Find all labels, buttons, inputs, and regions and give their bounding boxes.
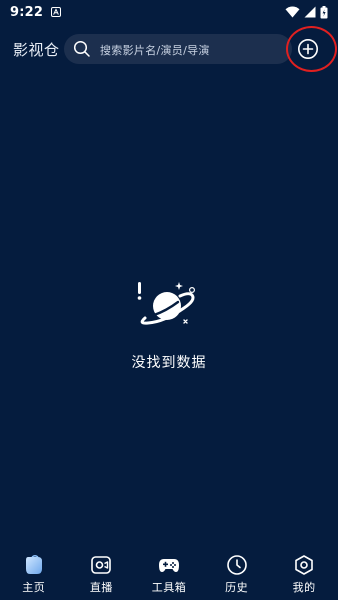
status-time: 9:22 xyxy=(10,4,44,20)
status-right xyxy=(285,5,328,19)
nav-item-mine[interactable]: 我的 xyxy=(272,554,336,595)
plus-circle-icon xyxy=(298,39,318,59)
clock-icon xyxy=(226,555,247,575)
nav-label-live: 直播 xyxy=(89,581,113,594)
search-placeholder: 搜索影片名/演员/导演 xyxy=(100,44,210,57)
battery-icon xyxy=(320,5,328,18)
wifi-icon xyxy=(285,6,300,18)
status-bar: 9:22 xyxy=(0,0,338,24)
a-box-icon xyxy=(51,7,62,17)
nav-label-mine: 我的 xyxy=(292,581,316,594)
nav-label-history: 历史 xyxy=(225,581,249,594)
search-input[interactable]: 搜索影片名/演员/导演 xyxy=(64,34,292,64)
add-button[interactable] xyxy=(296,37,320,61)
top-bar: 影视仓 搜索影片名/演员/导演 xyxy=(0,30,338,68)
nav-item-history[interactable]: 历史 xyxy=(205,554,269,595)
signal-icon xyxy=(304,6,316,18)
search-icon xyxy=(73,40,90,57)
nav-item-live[interactable]: 直播 xyxy=(69,554,133,595)
nav-label-toolbox: 工具箱 xyxy=(151,581,187,594)
planet-icon xyxy=(137,282,195,325)
nav-label-home: 主页 xyxy=(22,581,46,594)
empty-state: 没找到数据 xyxy=(0,278,338,372)
bottom-nav: 主页 直播 工具箱 历史 我的 xyxy=(0,550,338,600)
app-title: 影视仓 xyxy=(13,41,60,59)
home-icon xyxy=(25,555,42,574)
gamepad-icon xyxy=(158,559,179,572)
empty-message: 没找到数据 xyxy=(131,355,207,371)
status-left: 9:22 xyxy=(10,4,62,20)
live-camera-icon xyxy=(91,556,112,574)
settings-hexagon-icon xyxy=(295,555,313,575)
nav-item-toolbox[interactable]: 工具箱 xyxy=(137,554,201,595)
nav-item-home[interactable]: 主页 xyxy=(2,554,66,595)
